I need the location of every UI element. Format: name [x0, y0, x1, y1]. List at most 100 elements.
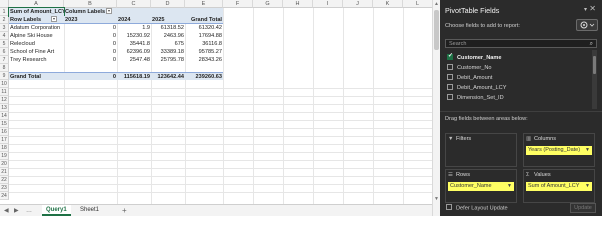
rows-field-pill[interactable]: Customer_Name ▼	[448, 182, 514, 191]
values-area[interactable]: Σ Values Sum of Amount_LCY ▼	[523, 169, 595, 203]
scroll-thumb[interactable]	[593, 56, 596, 74]
scroll-thumb[interactable]	[434, 10, 439, 50]
pivot-row-labels[interactable]: Row Labels	[9, 16, 64, 24]
pivot-column-labels[interactable]: Column Labels	[64, 8, 117, 16]
chevron-down-icon[interactable]: ▼	[585, 182, 590, 191]
year-header-2023[interactable]: 2023	[64, 16, 117, 24]
row-header-19[interactable]: 19	[0, 152, 9, 160]
checkbox[interactable]	[446, 204, 452, 210]
row-header-1[interactable]: 1	[0, 8, 9, 16]
table-row[interactable]: Adatum Corporation 0 1.9 61318.52 61320.…	[9, 24, 223, 32]
row-header-20[interactable]: 20	[0, 160, 9, 168]
row-header-10[interactable]: 10	[0, 80, 9, 88]
column-header-i[interactable]: I	[313, 0, 343, 8]
field-item-debit-amount-lcy[interactable]: Debit_Amount_LCY	[447, 83, 506, 93]
field-item-customer-name[interactable]: Customer_Name	[447, 52, 501, 63]
row-header-9[interactable]: 9	[0, 72, 9, 80]
checkbox[interactable]	[447, 63, 453, 70]
field-item-debit-amount[interactable]: Debit_Amount	[447, 73, 492, 83]
row-header-2[interactable]: 2	[0, 16, 9, 24]
row-total: 28343.26	[198, 57, 222, 63]
column-header-f[interactable]: F	[223, 0, 253, 8]
column-header-b[interactable]: B	[64, 0, 117, 8]
vertical-scrollbar[interactable]: ▲ ▼	[432, 0, 440, 216]
table-row[interactable]: Trey Research 0 2547.48 25795.78 28343.2…	[9, 56, 223, 64]
select-all-corner[interactable]	[0, 0, 9, 8]
sheet-tab-sheet1[interactable]: Sheet1	[76, 205, 103, 216]
grand-total-row[interactable]: Grand Total 0 115618.19 123642.44 239260…	[9, 72, 223, 80]
columns-field-pill[interactable]: Years (Posting_Date) ▼	[526, 146, 592, 155]
add-sheet-button[interactable]: +	[122, 205, 127, 216]
columns-area[interactable]: ▥ Columns Years (Posting_Date) ▼	[523, 133, 595, 167]
grand-total-2025: 123642.44	[157, 74, 184, 80]
table-row[interactable]: School of Fine Art 0 62396.09 33389.18 9…	[9, 48, 223, 56]
tools-button[interactable]	[576, 19, 598, 31]
column-labels-filter-icon[interactable]	[106, 8, 113, 14]
grand-total-header[interactable]: Grand Total	[185, 16, 223, 24]
chevron-down-icon[interactable]: ▼	[585, 146, 590, 155]
sheet-tab-query1[interactable]: Query1	[42, 205, 71, 216]
pivot-values-header[interactable]: Sum of Amount_LCY	[8, 7, 65, 17]
tab-scroll-right-icon[interactable]: ▶	[14, 207, 19, 215]
row-header-3[interactable]: 3	[0, 24, 9, 32]
row-header-15[interactable]: 15	[0, 120, 9, 128]
update-button[interactable]: Update	[570, 203, 596, 213]
row-header-16[interactable]: 16	[0, 128, 9, 136]
row-header-24[interactable]: 24	[0, 192, 9, 200]
row-header-23[interactable]: 23	[0, 184, 9, 192]
grand-total-2023: 0	[112, 74, 116, 80]
tab-more-icon[interactable]: …	[26, 207, 32, 215]
worksheet-grid[interactable]: A B C D E F G H I J K L 1 2 3 4 5 6 7 8 …	[0, 0, 432, 216]
scroll-down-icon[interactable]: ▼	[434, 196, 439, 202]
checkbox[interactable]	[447, 73, 453, 80]
column-header-e[interactable]: E	[185, 0, 223, 8]
checkbox-checked[interactable]	[447, 52, 453, 61]
column-header-c[interactable]: C	[117, 0, 151, 8]
row-labels-filter-icon[interactable]	[51, 16, 58, 22]
search-field[interactable]: Search ⌕	[445, 39, 597, 48]
rows-area[interactable]: ☰ Rows Customer_Name ▼	[445, 169, 517, 203]
column-header-l[interactable]: L	[403, 0, 432, 8]
row-label: Alpine Ski House	[10, 33, 53, 39]
defer-layout-option[interactable]: Defer Layout Update	[446, 204, 508, 211]
pane-options-icon[interactable]: ▾	[584, 6, 587, 13]
field-item-dimension-set-id[interactable]: Dimension_Set_ID	[447, 93, 504, 103]
tab-scroll-left-icon[interactable]: ◀	[4, 207, 9, 215]
table-row[interactable]: Relecloud 0 35441.8 675 36116.8	[9, 40, 223, 48]
year-header-2025[interactable]: 2025	[151, 16, 185, 24]
chevron-down-icon[interactable]: ▼	[507, 182, 512, 191]
row-header-6[interactable]: 6	[0, 48, 9, 56]
row-header-14[interactable]: 14	[0, 112, 9, 120]
field-item-customer-no[interactable]: Customer_No	[447, 63, 492, 73]
scroll-up-icon[interactable]: ▲	[434, 1, 439, 7]
field-list-scrollbar[interactable]	[592, 50, 597, 109]
filters-area[interactable]: ▼ Filters	[445, 133, 517, 167]
row-header-22[interactable]: 22	[0, 176, 9, 184]
column-header-h[interactable]: H	[283, 0, 313, 8]
row-header-8[interactable]: 8	[0, 64, 9, 72]
row-header-17[interactable]: 17	[0, 136, 9, 144]
year-header-2024[interactable]: 2024	[117, 16, 151, 24]
row-header-5[interactable]: 5	[0, 40, 9, 48]
row-label: Adatum Corporation	[10, 25, 61, 31]
column-header-k[interactable]: K	[373, 0, 403, 8]
close-icon[interactable]: ✕	[589, 4, 596, 13]
column-header-d[interactable]: D	[151, 0, 185, 8]
table-row[interactable]: Alpine Ski House 0 15230.92 2463.96 1769…	[9, 32, 223, 40]
column-header-j[interactable]: J	[343, 0, 373, 8]
gridline	[403, 8, 404, 204]
checkbox[interactable]	[447, 83, 453, 90]
row-header-12[interactable]: 12	[0, 96, 9, 104]
values-field-pill[interactable]: Sum of Amount_LCY ▼	[526, 182, 592, 191]
column-header-g[interactable]: G	[253, 0, 283, 8]
row-header-18[interactable]: 18	[0, 144, 9, 152]
row-header-13[interactable]: 13	[0, 104, 9, 112]
row-header-21[interactable]: 21	[0, 168, 9, 176]
column-header-a[interactable]: A	[9, 0, 64, 8]
row-header-7[interactable]: 7	[0, 56, 9, 64]
checkbox[interactable]	[447, 93, 453, 100]
field-list[interactable]: Customer_Name Customer_No Debit_Amount D…	[445, 50, 597, 109]
gridline	[9, 128, 432, 129]
row-header-11[interactable]: 11	[0, 88, 9, 96]
row-header-4[interactable]: 4	[0, 32, 9, 40]
